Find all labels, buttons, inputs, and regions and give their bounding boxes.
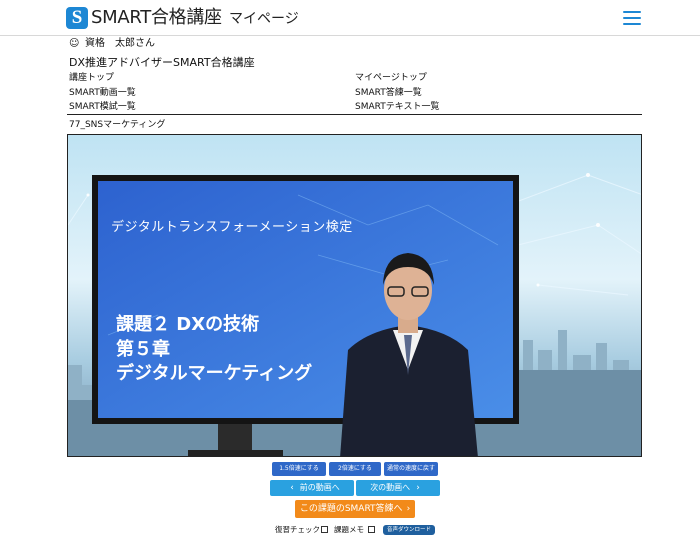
nav-link-my-page-top[interactable]: マイページトップ	[355, 72, 427, 85]
slide-line-1: 課題２ DXの技術	[116, 314, 260, 335]
review-check-checkbox[interactable]	[321, 526, 328, 533]
video-player[interactable]: デジタルトランスフォーメーション検定 課題２ DXの技術 第５章 デジタルマーケ…	[67, 134, 642, 457]
course-title: DX推進アドバイザーSMART合格講座	[69, 56, 255, 69]
audio-download-button[interactable]: 音声ダウンロード	[383, 525, 435, 535]
practice-button[interactable]: この課題のSMART答練へ ›	[295, 500, 415, 518]
hamburger-menu-icon[interactable]	[623, 11, 641, 25]
nav-link-mock-exam-list[interactable]: SMART模試一覧	[69, 101, 136, 114]
task-memo-label: 課題メモ	[334, 525, 364, 534]
chevron-right-icon: ›	[416, 483, 420, 493]
speed-normal-button[interactable]: 通常の速度に戻す	[384, 462, 438, 476]
nav-link-text-list[interactable]: SMARTテキスト一覧	[355, 101, 439, 114]
page-subtitle: マイページ	[229, 11, 299, 27]
prev-video-label: 前の動画へ	[299, 483, 340, 492]
nav-link-practice-list[interactable]: SMART答練一覧	[355, 87, 422, 100]
slide-line-3: デジタルマーケティング	[116, 363, 313, 384]
speed-2x-button[interactable]: 2倍速にする	[329, 462, 381, 476]
next-video-label: 次の動画へ	[370, 483, 411, 492]
task-memo-checkbox[interactable]	[368, 526, 375, 533]
video-title: 77_SNSマーケティング	[69, 120, 166, 130]
user-greeting: ☺ 資格 太郎さん	[69, 36, 155, 52]
slide-line-2: 第５章	[116, 339, 170, 360]
nav-link-course-top[interactable]: 講座トップ	[69, 72, 114, 85]
logo-s-icon[interactable]: S	[66, 7, 88, 29]
nav-divider	[67, 114, 642, 115]
video-scene	[68, 173, 641, 456]
prev-video-button[interactable]: ‹ 前の動画へ	[270, 480, 354, 496]
practice-button-label: この課題のSMART答練へ	[299, 504, 403, 514]
slide-heading: デジタルトランスフォーメーション検定	[111, 220, 353, 235]
smiley-face-icon: ☺	[69, 38, 80, 49]
chevron-left-icon: ‹	[290, 483, 294, 493]
user-name: 資格 太郎さん	[85, 38, 155, 49]
speed-1-5x-button[interactable]: 1.5倍速にする	[272, 462, 326, 476]
nav-link-video-list[interactable]: SMART動画一覧	[69, 87, 136, 100]
next-video-button[interactable]: 次の動画へ ›	[356, 480, 440, 496]
review-check-label: 復習チェック	[275, 525, 320, 534]
app-header: S SMART合格講座 マイページ	[0, 0, 700, 36]
logo-text[interactable]: SMART合格講座	[91, 6, 222, 30]
chevron-right-icon: ›	[406, 504, 411, 514]
